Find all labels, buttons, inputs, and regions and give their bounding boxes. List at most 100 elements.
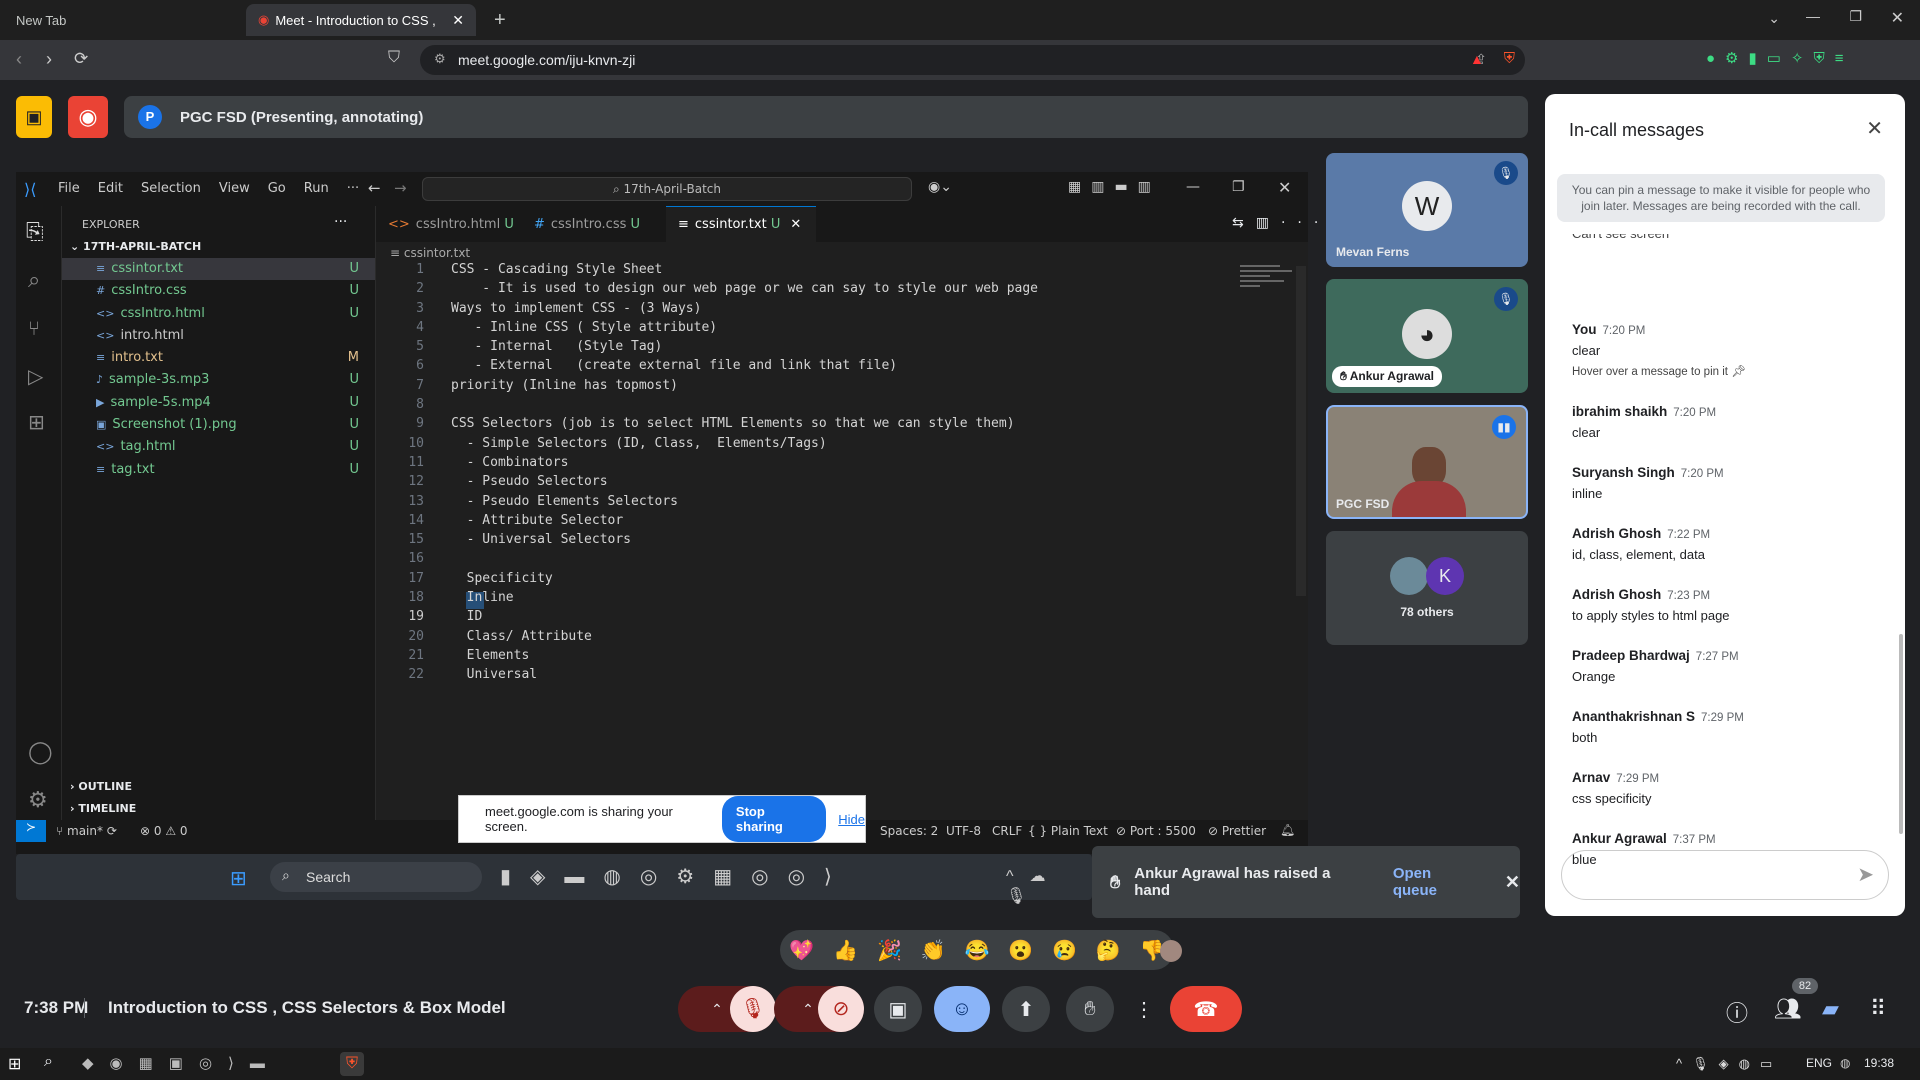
url-field[interactable]: ⚙ meet.google.com/iju-knvn-zji ⇪ ⛨ bbox=[420, 45, 1525, 75]
camera-off-button[interactable]: ⊘ bbox=[818, 986, 864, 1032]
others-tile[interactable]: K 78 others bbox=[1326, 531, 1528, 645]
reaction-emoji[interactable]: 🎉 bbox=[877, 938, 902, 963]
close-icon[interactable]: ✕ bbox=[1278, 178, 1291, 197]
notifications-icon[interactable]: 🔔︎ bbox=[1280, 823, 1295, 837]
tab-cssintro-html[interactable]: <> cssIntro.html U bbox=[376, 206, 516, 242]
code-line[interactable]: Class/ Attribute bbox=[451, 629, 1211, 648]
editor-actions-icons[interactable]: ⇆▥··· bbox=[1232, 215, 1330, 231]
code-line[interactable]: - Combinators bbox=[451, 455, 1211, 474]
source-control-icon[interactable]: ⑂ bbox=[28, 316, 40, 340]
participant-tile[interactable]: W 🎙︎ Mevan Ferns bbox=[1326, 153, 1528, 267]
explorer-more-icon[interactable]: ··· bbox=[334, 214, 347, 230]
code-line[interactable]: - Universal Selectors bbox=[451, 532, 1211, 551]
reaction-emoji[interactable]: 😂 bbox=[964, 938, 989, 963]
message-input[interactable]: ➤ bbox=[1561, 850, 1889, 900]
outline-section[interactable]: › OUTLINE bbox=[70, 780, 132, 793]
extensions-icons[interactable]: ●⚙▮▭✧⛨≡ bbox=[1706, 49, 1854, 67]
restore-icon[interactable]: ❐ bbox=[1232, 179, 1245, 195]
search-icon[interactable]: ⌕ bbox=[28, 268, 40, 293]
chat-message[interactable]: You 7:20 PM clear Hover over a message to p… bbox=[1572, 322, 1746, 378]
chat-message[interactable]: Suryansh Singh 7:20 PM inline bbox=[1572, 465, 1724, 501]
scrollbar[interactable] bbox=[1296, 266, 1306, 596]
skin-tone-icon[interactable] bbox=[1160, 940, 1182, 962]
branch-status[interactable]: ⑂ main* ⟳ bbox=[56, 824, 117, 838]
chat-message[interactable]: Adrish Ghosh 7:23 PM to apply styles to ht… bbox=[1572, 587, 1730, 623]
code-line[interactable]: Universal bbox=[451, 667, 1211, 686]
taskbar-search[interactable]: ⌕ Search bbox=[270, 862, 482, 892]
explorer-icon[interactable]: ⎘ bbox=[26, 220, 44, 245]
meeting-info-icon[interactable]: ⓘ bbox=[1726, 996, 1748, 1028]
stop-sharing-button[interactable]: Stop sharing bbox=[721, 796, 827, 842]
tab-cssintro-css[interactable]: # cssIntro.css U bbox=[522, 206, 660, 242]
raise-hand-button[interactable]: ✋︎ bbox=[1066, 986, 1114, 1032]
reaction-emoji[interactable]: 👏 bbox=[921, 938, 946, 963]
code-line[interactable] bbox=[451, 551, 1211, 570]
chat-icon[interactable]: ▰ bbox=[1822, 996, 1839, 1022]
code-line[interactable]: - Attribute Selector bbox=[451, 513, 1211, 532]
back-icon[interactable]: ‹ bbox=[16, 49, 22, 70]
captions-off-icon[interactable]: ▣ bbox=[16, 96, 52, 138]
chat-message[interactable]: Ananthakrishnan S 7:29 PM both bbox=[1572, 709, 1744, 745]
reaction-emoji[interactable]: 😢 bbox=[1052, 938, 1077, 963]
tab-list-icon[interactable]: ⌄ bbox=[1768, 10, 1780, 27]
eol-status[interactable]: CRLF bbox=[992, 824, 1022, 838]
minimap[interactable] bbox=[1240, 262, 1296, 302]
timeline-section[interactable]: › TIMELINE bbox=[70, 802, 136, 815]
new-tab-button[interactable]: + bbox=[482, 4, 518, 36]
close-panel-icon[interactable]: ✕ bbox=[1866, 116, 1883, 141]
brave-rewards-icon[interactable]: ▲ bbox=[1470, 51, 1484, 67]
participant-tile[interactable]: ◕ 🎙︎ ✋︎ Ankur Agrawal bbox=[1326, 279, 1528, 393]
run-debug-icon[interactable]: ▷ bbox=[28, 364, 43, 388]
layout-icons[interactable]: ▦▥▬▥ bbox=[1068, 179, 1161, 195]
indent-status[interactable]: Spaces: 2 bbox=[880, 824, 938, 838]
present-screen-button[interactable]: ⬆ bbox=[1002, 986, 1050, 1032]
code-line[interactable] bbox=[451, 397, 1211, 416]
windows-start-icon[interactable]: ⊞ bbox=[230, 866, 247, 891]
code-line[interactable]: Elements bbox=[451, 648, 1211, 667]
taskbar-app-icons[interactable]: ▮◈▬◍◎⚙▦◎◎⟩ bbox=[500, 864, 851, 889]
extensions-icon[interactable]: ⊞ bbox=[28, 410, 45, 434]
copilot-icon[interactable]: ◉⌄ bbox=[928, 179, 952, 195]
scrollbar[interactable] bbox=[1899, 634, 1903, 834]
captions-button[interactable]: ▣ bbox=[874, 986, 922, 1032]
command-center-search[interactable]: ⌕ 17th-April-Batch bbox=[422, 177, 912, 201]
reaction-emoji[interactable]: 🤔 bbox=[1096, 938, 1121, 963]
code-line[interactable]: - Pseudo Elements Selectors bbox=[451, 494, 1211, 513]
restore-icon[interactable]: ❐ bbox=[1849, 8, 1862, 25]
hide-banner-link[interactable]: Hide bbox=[838, 812, 865, 827]
file-item[interactable]: ♪ sample-3s.mp3 U bbox=[62, 369, 375, 391]
reload-icon[interactable]: ⟳ bbox=[74, 49, 88, 69]
nav-forward-icon[interactable]: → bbox=[394, 179, 407, 197]
settings-gear-icon[interactable]: ⚙ bbox=[28, 788, 48, 813]
send-icon[interactable]: ➤ bbox=[1857, 862, 1874, 887]
activities-icon[interactable]: ⠿ bbox=[1870, 996, 1886, 1022]
menu-view[interactable]: View bbox=[219, 181, 250, 196]
code-line[interactable]: ID bbox=[451, 609, 1211, 628]
participant-tile-active[interactable]: ▮▮ PGC FSD bbox=[1326, 405, 1528, 519]
minimize-icon[interactable]: — bbox=[1806, 8, 1820, 24]
close-tab-icon[interactable]: ✕ bbox=[452, 12, 464, 29]
live-server-status[interactable]: ⊘ Port : 5500 bbox=[1116, 824, 1196, 838]
remote-icon[interactable]: ≻ bbox=[16, 820, 46, 842]
language-indicator[interactable]: ENG bbox=[1806, 1056, 1832, 1070]
nav-back-icon[interactable]: ← bbox=[368, 179, 381, 197]
file-item[interactable]: ≡ intro.txt M bbox=[62, 347, 375, 369]
open-queue-button[interactable]: Open queue bbox=[1393, 865, 1479, 899]
code-line[interactable]: - Pseudo Selectors bbox=[451, 474, 1211, 493]
file-item[interactable]: ▣ Screenshot (1).png U bbox=[62, 414, 375, 436]
code-line[interactable]: - Simple Selectors (ID, Class, Elements/… bbox=[451, 436, 1211, 455]
tray-icons[interactable]: ^☁🎙︎ bbox=[1006, 866, 1092, 906]
brave-taskbar-icon[interactable]: ⛨ bbox=[340, 1052, 364, 1076]
bookmark-icon[interactable]: ⛉ bbox=[388, 49, 400, 67]
tab-new-tab[interactable]: New Tab bbox=[4, 4, 204, 36]
code-line[interactable]: - Inline CSS ( Style attribute) bbox=[451, 320, 1211, 339]
folder-header[interactable]: ⌄ 17TH-APRIL-BATCH bbox=[70, 240, 201, 253]
code-line[interactable]: CSS - Cascading Style Sheet bbox=[451, 262, 1211, 281]
code-line[interactable]: CSS Selectors (job is to select HTML Ele… bbox=[451, 416, 1211, 435]
emoji-reactions-button[interactable]: ☺ bbox=[934, 986, 990, 1032]
menu-more[interactable]: ··· bbox=[347, 181, 359, 196]
language-status[interactable]: { } Plain Text bbox=[1028, 824, 1108, 838]
code-line[interactable]: - External (create external file and lin… bbox=[451, 358, 1211, 377]
site-info-icon[interactable]: ⚙ bbox=[434, 51, 446, 67]
chat-message[interactable]: Pradeep Bhardwaj 7:27 PM Orange bbox=[1572, 648, 1739, 684]
